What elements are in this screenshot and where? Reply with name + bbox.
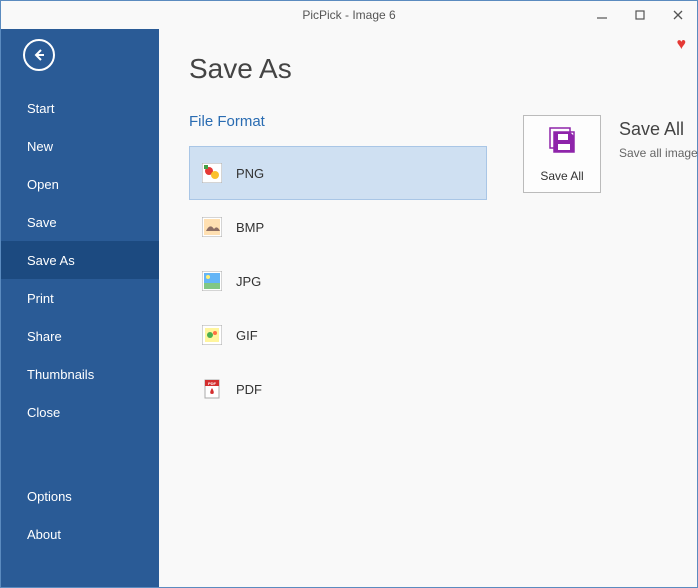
pdf-icon: PDF [202, 379, 222, 399]
format-item-bmp[interactable]: BMP [189, 200, 487, 254]
window-title: PicPick - Image 6 [302, 8, 395, 22]
sidebar-item-share[interactable]: Share [1, 317, 159, 355]
format-list: PNG BMP JPG [189, 146, 487, 416]
sidebar-item-label: Start [27, 101, 54, 116]
sidebar-item-about[interactable]: About [1, 515, 159, 553]
back-button[interactable] [23, 39, 55, 71]
save-all-button-label: Save All [540, 169, 583, 183]
save-all-text: Save All Save all image [619, 115, 698, 160]
sidebar-item-print[interactable]: Print [1, 279, 159, 317]
sidebar-item-open[interactable]: Open [1, 165, 159, 203]
sidebar-item-label: Share [27, 329, 62, 344]
gif-icon [202, 325, 222, 345]
page-title: Save As [189, 53, 487, 85]
sidebar-item-label: Print [27, 291, 54, 306]
save-all-icon [546, 126, 578, 163]
format-label: GIF [236, 328, 258, 343]
format-label: BMP [236, 220, 264, 235]
favorite-icon[interactable]: ♥ [677, 36, 687, 54]
titlebar: PicPick - Image 6 [1, 1, 697, 29]
body: Start New Open Save Save As Print Share … [1, 29, 697, 587]
sidebar-item-label: Open [27, 177, 59, 192]
section-label: File Format [189, 113, 487, 130]
png-icon [202, 163, 222, 183]
sidebar-item-save[interactable]: Save [1, 203, 159, 241]
sidebar-item-options[interactable]: Options [1, 477, 159, 515]
sidebar-item-label: Thumbnails [27, 367, 94, 382]
sidebar: Start New Open Save Save As Print Share … [1, 29, 159, 587]
app-window: PicPick - Image 6 Start New Open Save Sa… [0, 0, 698, 588]
jpg-icon [202, 271, 222, 291]
format-item-gif[interactable]: GIF [189, 308, 487, 362]
minimize-button[interactable] [583, 1, 621, 29]
sidebar-item-label: New [27, 139, 53, 154]
window-controls [583, 1, 697, 29]
format-label: JPG [236, 274, 261, 289]
format-item-png[interactable]: PNG [189, 146, 487, 200]
sidebar-item-new[interactable]: New [1, 127, 159, 165]
format-label: PNG [236, 166, 264, 181]
sidebar-item-close[interactable]: Close [1, 393, 159, 431]
close-button[interactable] [659, 1, 697, 29]
format-item-pdf[interactable]: PDF PDF [189, 362, 487, 416]
format-label: PDF [236, 382, 262, 397]
save-all-button[interactable]: Save All [523, 115, 601, 193]
sidebar-item-label: About [27, 527, 61, 542]
sidebar-item-start[interactable]: Start [1, 89, 159, 127]
bmp-icon [202, 217, 222, 237]
sidebar-item-label: Options [27, 489, 72, 504]
save-all-desc: Save all image [619, 146, 698, 160]
sidebar-item-label: Close [27, 405, 60, 420]
svg-text:PDF: PDF [208, 381, 217, 386]
save-all-title: Save All [619, 119, 698, 140]
sidebar-item-save-as[interactable]: Save As [1, 241, 159, 279]
heart-icon: ♥ [677, 36, 687, 53]
left-column: Save As File Format PNG BMP [189, 53, 487, 587]
format-item-jpg[interactable]: JPG [189, 254, 487, 308]
sidebar-item-label: Save As [27, 253, 75, 268]
right-column: Save All Save All Save all image [487, 53, 698, 587]
maximize-button[interactable] [621, 1, 659, 29]
sidebar-item-thumbnails[interactable]: Thumbnails [1, 355, 159, 393]
sidebar-item-label: Save [27, 215, 57, 230]
content: ♥ Save As File Format PNG [159, 29, 697, 587]
